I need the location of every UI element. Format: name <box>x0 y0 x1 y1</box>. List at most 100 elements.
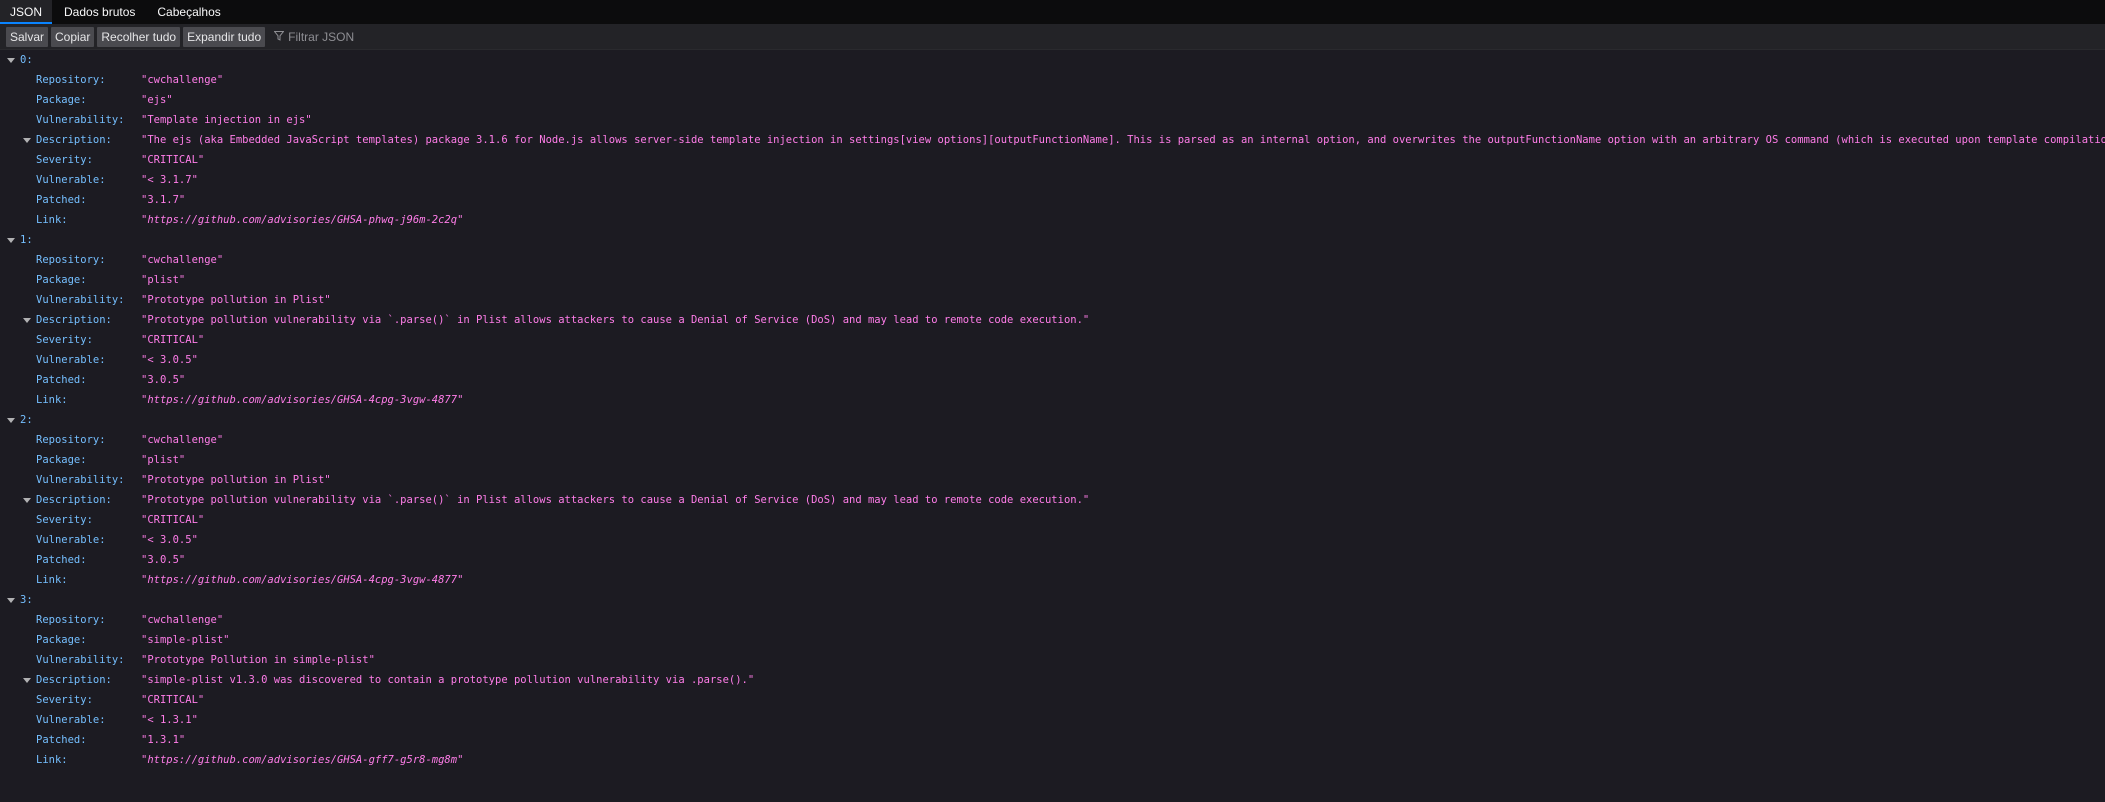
property-key: Patched: <box>36 554 87 566</box>
tab-headers[interactable]: Cabeçalhos <box>147 0 230 24</box>
property-value: "ejs" <box>141 94 173 106</box>
expand-toggle-icon[interactable] <box>7 418 15 423</box>
property-value: "https://github.com/advisories/GHSA-4cpg… <box>141 394 464 406</box>
property-row-repository[interactable]: Repository: "cwchallenge" <box>0 430 2105 450</box>
property-key: Vulnerability: <box>36 114 125 126</box>
property-row-vulnerable[interactable]: Vulnerable: "< 3.0.5" <box>0 530 2105 550</box>
expand-all-button[interactable]: Expandir tudo <box>183 26 266 47</box>
property-key: Description: <box>36 314 112 326</box>
tree-node-2[interactable]: 2: <box>0 410 2105 430</box>
property-key: Patched: <box>36 374 87 386</box>
property-key: Link: <box>36 214 68 226</box>
property-key: Vulnerable: <box>36 534 106 546</box>
property-key: Vulnerable: <box>36 174 106 186</box>
copy-button[interactable]: Copiar <box>51 26 95 47</box>
property-key: Repository: <box>36 74 106 86</box>
property-row-vulnerability[interactable]: Vulnerability: "Template injection in ejs… <box>0 110 2105 130</box>
property-key: Vulnerability: <box>36 654 125 666</box>
property-row-repository[interactable]: Repository: "cwchallenge" <box>0 70 2105 90</box>
tab-raw-data[interactable]: Dados brutos <box>54 0 145 24</box>
property-row-patched[interactable]: Patched: "3.0.5" <box>0 370 2105 390</box>
property-value: "CRITICAL" <box>141 154 205 166</box>
property-row-repository[interactable]: Repository: "cwchallenge" <box>0 250 2105 270</box>
property-row-link[interactable]: Link: "https://github.com/advisories/GHSA… <box>0 570 2105 590</box>
property-value: "3.0.5" <box>141 374 186 386</box>
property-row-patched[interactable]: Patched: "3.1.7" <box>0 190 2105 210</box>
property-value: "CRITICAL" <box>141 334 205 346</box>
expand-toggle-icon[interactable] <box>7 238 15 243</box>
expand-toggle-icon[interactable] <box>23 498 31 503</box>
property-value: "https://github.com/advisories/GHSA-phwq… <box>141 214 464 226</box>
property-row-vulnerability[interactable]: Vulnerability: "Prototype pollution in Pl… <box>0 290 2105 310</box>
property-key: Patched: <box>36 194 87 206</box>
property-row-vulnerable[interactable]: Vulnerable: "< 3.1.7" <box>0 170 2105 190</box>
property-row-package[interactable]: Package: "simple-plist" <box>0 630 2105 650</box>
property-row-severity[interactable]: Severity: "CRITICAL" <box>0 330 2105 350</box>
property-key: Link: <box>36 394 68 406</box>
property-row-description[interactable]: Description: "simple-plist v1.3.0 was dis… <box>0 670 2105 690</box>
property-value: "https://github.com/advisories/GHSA-gff7… <box>141 754 464 766</box>
property-key: Severity: <box>36 154 93 166</box>
property-value: "cwchallenge" <box>141 74 224 86</box>
property-value: "cwchallenge" <box>141 254 224 266</box>
toolbar: Salvar Copiar Recolher tudo Expandir tud… <box>0 24 2105 50</box>
save-button[interactable]: Salvar <box>6 26 49 47</box>
property-value: "< 3.0.5" <box>141 354 198 366</box>
property-row-description[interactable]: Description: "The ejs (aka Embedded JavaS… <box>0 130 2105 150</box>
property-key: Vulnerable: <box>36 354 106 366</box>
property-row-description[interactable]: Description: "Prototype pollution vulnera… <box>0 490 2105 510</box>
property-row-vulnerability[interactable]: Vulnerability: "Prototype pollution in Pl… <box>0 470 2105 490</box>
property-row-link[interactable]: Link: "https://github.com/advisories/GHSA… <box>0 750 2105 770</box>
property-value: "plist" <box>141 274 186 286</box>
property-row-vulnerable[interactable]: Vulnerable: "< 3.0.5" <box>0 350 2105 370</box>
property-key: Package: <box>36 634 87 646</box>
property-row-vulnerable[interactable]: Vulnerable: "< 1.3.1" <box>0 710 2105 730</box>
property-row-repository[interactable]: Repository: "cwchallenge" <box>0 610 2105 630</box>
tree-node-3[interactable]: 3: <box>0 590 2105 610</box>
property-row-link[interactable]: Link: "https://github.com/advisories/GHSA… <box>0 210 2105 230</box>
property-value: "CRITICAL" <box>141 694 205 706</box>
property-value: "1.3.1" <box>141 734 186 746</box>
json-viewer: JSON Dados brutos Cabeçalhos Salvar Copi… <box>0 0 2105 802</box>
expand-toggle-icon[interactable] <box>23 678 31 683</box>
expand-toggle-icon[interactable] <box>7 58 15 63</box>
property-key: Package: <box>36 94 87 106</box>
property-row-severity[interactable]: Severity: "CRITICAL" <box>0 690 2105 710</box>
property-value: "plist" <box>141 454 186 466</box>
property-row-package[interactable]: Package: "plist" <box>0 270 2105 290</box>
property-value: "cwchallenge" <box>141 434 224 446</box>
property-key: Vulnerability: <box>36 474 125 486</box>
property-value: "Template injection in ejs" <box>141 114 312 126</box>
expand-toggle-icon[interactable] <box>23 318 31 323</box>
property-row-link[interactable]: Link: "https://github.com/advisories/GHSA… <box>0 390 2105 410</box>
filter-json-input[interactable] <box>288 29 489 44</box>
property-row-patched[interactable]: Patched: "1.3.1" <box>0 730 2105 750</box>
tab-json[interactable]: JSON <box>0 0 53 24</box>
property-key: Severity: <box>36 514 93 526</box>
property-key: Description: <box>36 674 112 686</box>
node-index-label: 2: <box>20 414 33 426</box>
collapse-all-button[interactable]: Recolher tudo <box>97 26 181 47</box>
property-value: "simple-plist" <box>141 634 230 646</box>
json-tree: 0: Repository: "cwchallenge" Package: "ejs" V… <box>0 50 2105 770</box>
tree-node-0[interactable]: 0: <box>0 50 2105 70</box>
node-index-label: 0: <box>20 54 33 66</box>
tree-node-1[interactable]: 1: <box>0 230 2105 250</box>
property-row-severity[interactable]: Severity: "CRITICAL" <box>0 510 2105 530</box>
property-value: "< 3.1.7" <box>141 174 198 186</box>
property-row-description[interactable]: Description: "Prototype pollution vulnera… <box>0 310 2105 330</box>
property-value: "Prototype pollution vulnerability via `… <box>141 314 1090 326</box>
property-row-severity[interactable]: Severity: "CRITICAL" <box>0 150 2105 170</box>
property-row-vulnerability[interactable]: Vulnerability: "Prototype Pollution in si… <box>0 650 2105 670</box>
property-row-package[interactable]: Package: "ejs" <box>0 90 2105 110</box>
property-value: "Prototype Pollution in simple-plist" <box>141 654 375 666</box>
property-value: "https://github.com/advisories/GHSA-4cpg… <box>141 574 464 586</box>
expand-toggle-icon[interactable] <box>7 598 15 603</box>
property-value: "Prototype pollution vulnerability via `… <box>141 494 1090 506</box>
property-value: "simple-plist v1.3.0 was discovered to c… <box>141 674 755 686</box>
property-row-package[interactable]: Package: "plist" <box>0 450 2105 470</box>
filter-icon <box>273 30 288 44</box>
property-key: Description: <box>36 494 112 506</box>
expand-toggle-icon[interactable] <box>23 138 31 143</box>
property-row-patched[interactable]: Patched: "3.0.5" <box>0 550 2105 570</box>
